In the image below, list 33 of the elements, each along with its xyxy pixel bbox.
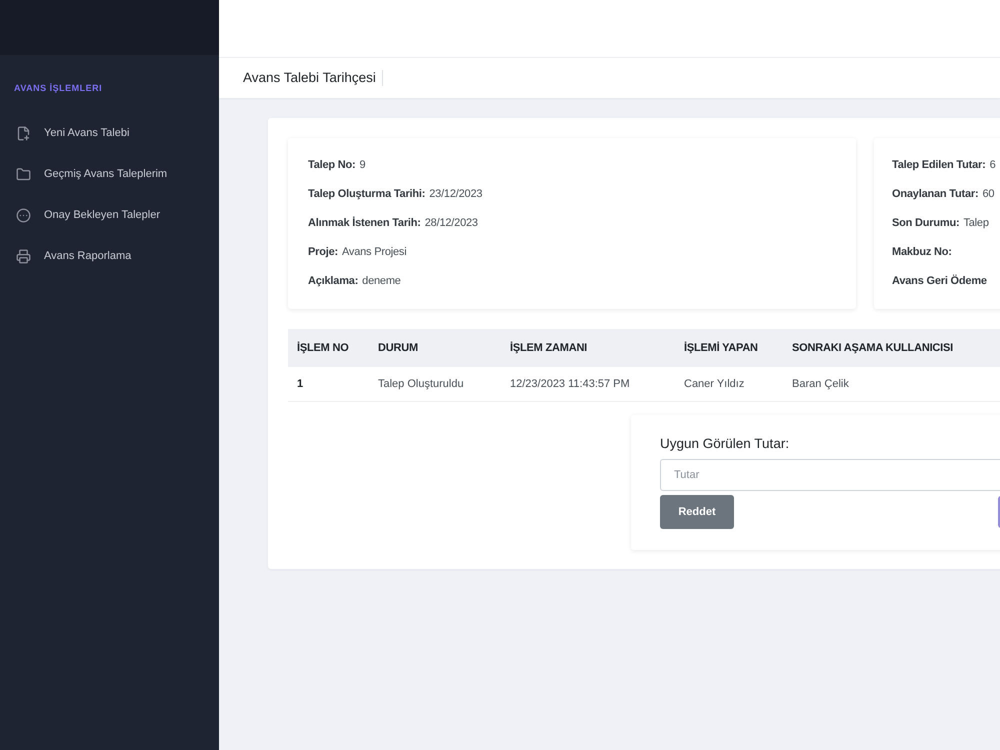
detail-field: Talep Oluşturma Tarihi: 23/12/2023	[308, 186, 836, 203]
sidebar-item[interactable]: Onay Bekleyen Talepler	[0, 196, 219, 235]
detail-field: Avans Geri Ödeme	[892, 273, 1000, 290]
file-plus-icon	[16, 126, 31, 141]
table-cell-text: 1	[296, 376, 304, 392]
table-cell-text: Talep Oluşturuldu	[377, 376, 465, 392]
amount-input[interactable]: Tutar	[660, 459, 1000, 491]
table-cell-text: Caner Yıldız	[683, 376, 746, 392]
column-header: SONRAKI AŞAMA KULLANICISI	[791, 340, 954, 356]
sidebar-item[interactable]: Avans Raporlama	[0, 237, 219, 276]
detail-field: Alınmak İstenen Tarih: 28/12/2023	[308, 215, 836, 232]
column-header: İŞLEMİ YAPAN	[683, 340, 759, 356]
detail-field: Talep Edilen Tutar: 6	[892, 157, 1000, 174]
folder-icon	[16, 167, 31, 182]
printer-icon	[16, 249, 31, 264]
sidebar-item[interactable]: Geçmiş Avans Taleplerim	[0, 155, 219, 194]
column-header: DURUM	[377, 340, 419, 356]
column-header: İŞLEM NO	[296, 340, 350, 356]
section-title: AVANS İŞLEMLERI	[14, 83, 102, 93]
detail-field: Onaylanan Tutar: 60	[892, 186, 1000, 203]
detail-field: Makbuz No:	[892, 244, 1000, 261]
table-cell-text: Baran Çelik	[791, 376, 850, 392]
field-label: Uygun Görülen Tutar:	[660, 434, 790, 453]
detail-field: Talep No: 9	[308, 157, 836, 174]
detail-field: Son Durumu: Talep	[892, 215, 1000, 232]
page-title: Avans Talebi Tarihçesi	[243, 68, 376, 87]
ellipsis-circle-icon	[16, 208, 31, 223]
column-header: İŞLEM ZAMANI	[509, 340, 588, 356]
detail-field: Açıklama: deneme	[308, 273, 836, 290]
reject-button[interactable]: Reddet	[660, 495, 734, 529]
table-cell-text: 12/23/2023 11:43:57 PM	[509, 376, 631, 392]
detail-field: Proje: Avans Projesi	[308, 244, 836, 261]
sidebar-item[interactable]: Yeni Avans Talebi	[0, 114, 219, 153]
